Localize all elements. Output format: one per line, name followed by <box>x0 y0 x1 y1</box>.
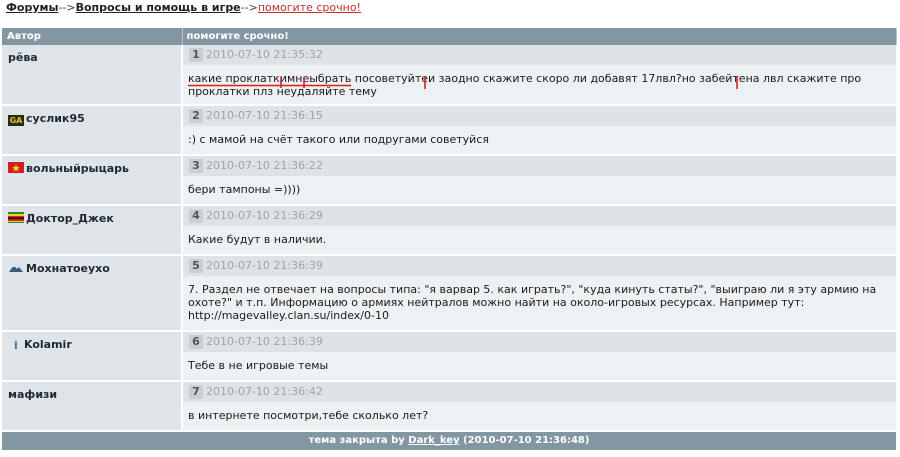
post-row: i Kolamir 6 2010-07-10 21:36:39 <box>2 331 896 382</box>
post-author-cell: вольныйрыцарь <box>2 155 183 206</box>
breadcrumb-separator: --> <box>240 1 258 14</box>
post-date: 2010-07-10 21:36:42 <box>206 385 323 398</box>
breadcrumb-section-link[interactable]: Вопросы и помощь в игре <box>76 1 241 14</box>
post-date: 2010-07-10 21:35:32 <box>206 48 323 61</box>
post-text: :) с мамой на счёт такого или подругами … <box>188 133 489 146</box>
author-name[interactable]: рёва <box>8 51 38 64</box>
post-meta: 2 2010-07-10 21:36:15 <box>182 105 896 126</box>
post-text: Тебе в не игровые темы <box>188 359 329 372</box>
breadcrumb-forums-link[interactable]: Форумы <box>6 1 58 14</box>
flag-icon <box>8 162 24 173</box>
post-row: Мохнатоеухо 5 2010-07-10 21:36:39 <box>2 255 896 332</box>
post-number[interactable]: 6 <box>189 335 203 349</box>
post-author-cell: мафизи <box>2 381 183 432</box>
post-body: Тебе в не игровые темы <box>182 352 896 382</box>
post-body: в интернете посмотри,тебе сколько лет? <box>182 402 896 432</box>
post-row: мафизи 7 2010-07-10 21:36:42 <box>2 381 896 432</box>
author-name[interactable]: Kolamir <box>24 338 72 351</box>
mountain-icon <box>8 262 24 273</box>
post-number[interactable]: 2 <box>189 109 203 123</box>
post-text: 7. Раздел не отвечает на вопросы типа: "… <box>188 283 877 322</box>
post-date: 2010-07-10 21:36:22 <box>206 159 323 172</box>
post-date: 2010-07-10 21:36:39 <box>206 335 323 348</box>
post-meta: 5 2010-07-10 21:36:39 <box>182 255 896 276</box>
forum-thread-table: Автор помогите срочно! рёва 1 2010-07-10 … <box>2 28 897 450</box>
post-body: :) с мамой на счёт такого или подругами … <box>182 126 896 156</box>
closed-by-user-link[interactable]: Dark_key <box>408 435 459 446</box>
column-header-author: Автор <box>2 28 183 45</box>
closed-by-label: тема закрыта by <box>308 435 405 446</box>
breadcrumb-topic-link[interactable]: помогите срочно! <box>258 1 361 14</box>
post-author-cell: GA суслик95 <box>2 105 183 156</box>
post-number[interactable]: 3 <box>189 159 203 173</box>
post-text: в интернете посмотри,тебе сколько лет? <box>188 409 429 422</box>
thread-footer: тема закрыта by Dark_key (2010-07-10 21:… <box>2 431 896 450</box>
column-header-topic: помогите срочно! <box>182 28 897 45</box>
post-body: Какие будут в наличии. <box>182 226 896 256</box>
post-date: 2010-07-10 21:36:39 <box>206 259 323 272</box>
post-number[interactable]: 7 <box>189 385 203 399</box>
post-author-cell: i Kolamir <box>2 331 183 382</box>
info-icon: i <box>14 339 18 352</box>
closed-time: (2010-07-10 21:36:48) <box>463 435 590 446</box>
post-number[interactable]: 1 <box>189 48 203 62</box>
post-body: бери тампоны =)))) <box>182 176 896 206</box>
post-meta: 7 2010-07-10 21:36:42 <box>182 381 896 402</box>
author-name[interactable]: мафизи <box>8 388 57 401</box>
post-date: 2010-07-10 21:36:29 <box>206 209 323 222</box>
author-name[interactable]: вольныйрыцарь <box>26 162 129 175</box>
flag-icon <box>8 212 24 223</box>
breadcrumb-separator: --> <box>58 1 76 14</box>
post-meta: 4 2010-07-10 21:36:29 <box>182 205 896 226</box>
post-row: вольныйрыцарь 3 2010-07-10 21:36:22 <box>2 155 896 206</box>
post-meta: 3 2010-07-10 21:36:22 <box>182 155 896 176</box>
author-name[interactable]: суслик95 <box>26 112 85 125</box>
post-row: Доктор_Джек 4 2010-07-10 21:36:29 <box>2 205 896 256</box>
post-number[interactable]: 4 <box>189 209 203 223</box>
post-text: какие проклаткимнеыбрать посоветуйтеи за… <box>188 72 862 98</box>
post-author-cell: Мохнатоеухо <box>2 255 183 332</box>
post-body: какие проклаткимнеыбрать посоветуйтеи за… <box>182 65 896 106</box>
clan-badge-icon: GA <box>8 115 24 126</box>
post-row: GA суслик95 2 2010-07-10 21:36:15 <box>2 105 896 156</box>
author-name[interactable]: Доктор_Джек <box>26 212 114 225</box>
post-row: рёва 1 2010-07-10 21:35:32 <box>2 45 896 106</box>
post-number[interactable]: 5 <box>189 259 203 273</box>
post-author-cell: Доктор_Джек <box>2 205 183 256</box>
post-text: бери тампоны =)))) <box>188 183 301 196</box>
author-name[interactable]: Мохнатоеухо <box>26 262 110 275</box>
post-author-cell: рёва <box>2 45 183 106</box>
post-body: 7. Раздел не отвечает на вопросы типа: "… <box>182 276 896 332</box>
post-meta: 1 2010-07-10 21:35:32 <box>182 45 896 65</box>
post-date: 2010-07-10 21:36:15 <box>206 109 323 122</box>
breadcrumb: Форумы-->Вопросы и помощь в игре-->помог… <box>6 0 361 18</box>
post-meta: 6 2010-07-10 21:36:39 <box>182 331 896 352</box>
post-text: Какие будут в наличии. <box>188 233 327 246</box>
